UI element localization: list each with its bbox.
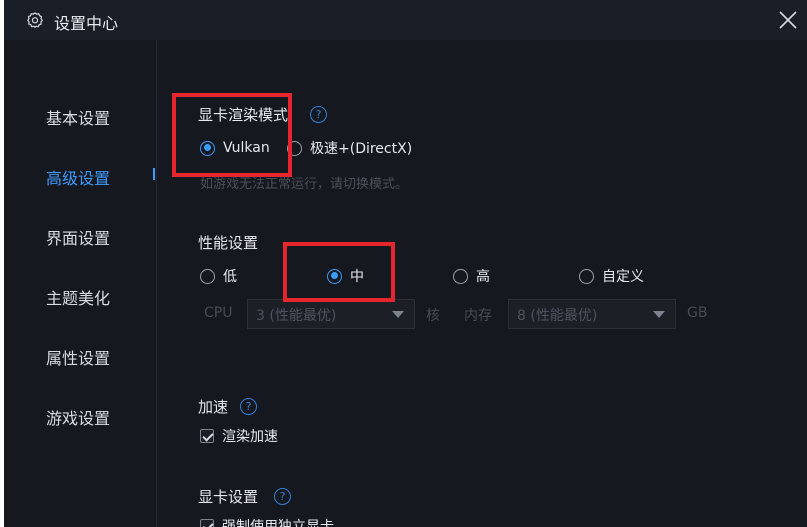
cpu-unit: 核 (426, 308, 440, 324)
checkbox-checked-icon (200, 519, 214, 527)
radio-unchecked-icon (200, 268, 215, 284)
render-mode-title: 显卡渲染模式 (198, 106, 289, 124)
title-bar: 设置中心 (4, 0, 807, 40)
close-icon[interactable] (776, 8, 800, 32)
cpu-select[interactable]: 3 (性能最优) (247, 299, 415, 329)
performance-medium-label: 中 (350, 269, 364, 285)
acceleration-help-icon[interactable]: ? (240, 398, 257, 415)
settings-content: 显卡渲染模式 ? Vulkan 极速+(DirectX) 如游戏无法正常运行，请… (156, 40, 807, 527)
cpu-select-value: 3 (性能最优) (256, 308, 337, 324)
radio-checked-icon (200, 140, 215, 156)
force-dedicated-gpu-label: 强制使用独立显卡 (222, 519, 334, 527)
performance-low-label: 低 (223, 269, 237, 285)
render-acceleration-label: 渲染加速 (222, 429, 278, 445)
checkbox-checked-icon (200, 429, 214, 443)
sidebar-item-interface[interactable]: 界面设置 (46, 225, 110, 249)
radio-checked-icon (327, 268, 342, 284)
radio-unchecked-icon (579, 268, 594, 284)
sidebar-item-games[interactable]: 游戏设置 (46, 405, 110, 429)
performance-title: 性能设置 (198, 234, 259, 252)
sidebar-item-theme[interactable]: 主题美化 (46, 285, 110, 309)
render-mode-help-icon[interactable]: ? (310, 106, 327, 123)
memory-select[interactable]: 8 (性能最优) (508, 299, 676, 329)
render-vulkan-label: Vulkan (223, 140, 270, 156)
sidebar-item-advanced[interactable]: 高级设置 (46, 165, 110, 189)
memory-label: 内存 (464, 308, 492, 324)
performance-medium-radio[interactable]: 中 (327, 266, 364, 286)
settings-window: 设置中心 基本设置 高级设置 界面设置 主题美化 属性设置 游戏设置 显卡渲染模… (4, 0, 807, 527)
gpu-title: 显卡设置 (198, 488, 259, 506)
force-dedicated-gpu-checkbox[interactable]: 强制使用独立显卡 (200, 516, 334, 527)
performance-high-radio[interactable]: 高 (453, 266, 490, 286)
cpu-label: CPU (204, 305, 233, 321)
radio-unchecked-icon (287, 140, 302, 156)
performance-custom-radio[interactable]: 自定义 (579, 266, 644, 286)
radio-unchecked-icon (453, 268, 468, 284)
memory-unit: GB (687, 305, 708, 321)
acceleration-title: 加速 (198, 398, 229, 416)
render-directx-label: 极速+(DirectX) (310, 141, 413, 157)
render-vulkan-radio[interactable]: Vulkan (200, 138, 270, 158)
active-nav-indicator (153, 168, 155, 180)
chevron-down-icon (392, 311, 404, 318)
sidebar-item-basic[interactable]: 基本设置 (46, 105, 110, 129)
render-mode-hint: 如游戏无法正常运行，请切换模式。 (200, 177, 409, 192)
window-title: 设置中心 (54, 14, 119, 33)
performance-low-radio[interactable]: 低 (200, 266, 237, 286)
sidebar: 基本设置 高级设置 界面设置 主题美化 属性设置 游戏设置 (4, 40, 157, 527)
render-acceleration-checkbox[interactable]: 渲染加速 (200, 426, 278, 446)
performance-custom-label: 自定义 (602, 269, 644, 285)
memory-select-value: 8 (性能最优) (517, 308, 598, 324)
chevron-down-icon (653, 311, 665, 318)
sidebar-item-properties[interactable]: 属性设置 (46, 345, 110, 369)
render-directx-radio[interactable]: 极速+(DirectX) (287, 138, 412, 158)
performance-high-label: 高 (476, 269, 490, 285)
gear-icon (27, 12, 43, 28)
gpu-help-icon[interactable]: ? (274, 488, 291, 505)
